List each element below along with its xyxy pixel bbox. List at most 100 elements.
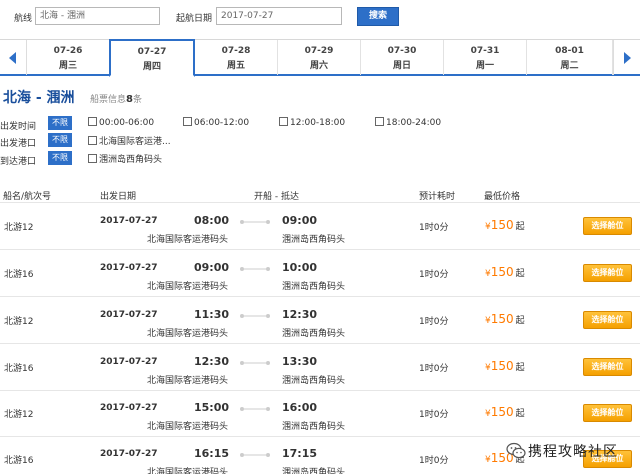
price: ¥150 起 bbox=[485, 359, 525, 373]
tab-date: 07-27 bbox=[137, 47, 167, 57]
date-tab-0726[interactable]: 07-26 周三 bbox=[27, 40, 110, 75]
route-line-icon bbox=[240, 361, 270, 365]
arrive-port: 涠洲岛西角码头 bbox=[282, 422, 346, 432]
tab-weekday: 周三 bbox=[58, 61, 77, 71]
tab-date: 07-26 bbox=[53, 46, 83, 56]
arrive-port: 涠洲岛西角码头 bbox=[282, 468, 346, 474]
checkbox[interactable] bbox=[88, 136, 97, 145]
option-label: 涠洲岛西角码头 bbox=[99, 155, 163, 165]
price-suffix: 起 bbox=[515, 316, 525, 326]
route-label: 航线 bbox=[14, 14, 33, 24]
depart-port: 北海国际客运港码头 bbox=[147, 422, 229, 432]
filter-label: 到达港口 bbox=[0, 157, 37, 167]
depart-time: 08:00 bbox=[194, 214, 230, 227]
checkbox[interactable] bbox=[375, 117, 384, 126]
tab-weekday: 周四 bbox=[142, 62, 161, 72]
next-dates-button[interactable] bbox=[613, 40, 640, 75]
arrive-time: 17:15 bbox=[282, 447, 318, 460]
arrive-time: 16:00 bbox=[282, 401, 318, 414]
route-line-icon bbox=[240, 314, 270, 318]
filter-option[interactable]: 涠洲岛西角码头 bbox=[88, 152, 162, 165]
arrive-port: 涠洲岛西角码头 bbox=[282, 376, 346, 386]
checkbox[interactable] bbox=[279, 117, 288, 126]
checkbox[interactable] bbox=[183, 117, 192, 126]
price-suffix: 起 bbox=[515, 222, 525, 232]
tab-weekday: 周一 bbox=[475, 61, 494, 71]
filter-option[interactable]: 12:00-18:00 bbox=[279, 117, 345, 130]
date-tab-0728[interactable]: 07-28 周五 bbox=[195, 40, 278, 75]
price: ¥150 起 bbox=[485, 312, 525, 326]
ticket-count-unit: 条 bbox=[132, 95, 142, 105]
arrive-port: 涠洲岛西角码头 bbox=[282, 329, 346, 339]
arrow-right-icon bbox=[624, 51, 631, 64]
search-button[interactable]: 搜索 bbox=[357, 7, 399, 26]
date-label: 起航日期 bbox=[176, 14, 213, 24]
table-row: 北游16 2017-07-27 09:00 10:00 北海国际客运港码头 涠洲… bbox=[0, 251, 640, 297]
filter-all-tag[interactable]: 不限 bbox=[48, 151, 72, 165]
arrive-time: 10:00 bbox=[282, 261, 318, 274]
depart-time: 15:00 bbox=[194, 401, 230, 414]
ticket-count: 8 bbox=[126, 94, 133, 105]
select-cabin-button[interactable]: 选择舱位 bbox=[583, 358, 632, 376]
price-value: 150 bbox=[490, 218, 514, 232]
arrive-port: 涠洲岛西角码头 bbox=[282, 235, 346, 245]
tab-weekday: 周二 bbox=[560, 61, 579, 71]
checkbox[interactable] bbox=[88, 117, 97, 126]
select-cabin-button[interactable]: 选择舱位 bbox=[583, 217, 632, 235]
filter-option[interactable]: 06:00-12:00 bbox=[183, 117, 249, 130]
option-label: 北海国际客运港... bbox=[99, 137, 171, 147]
route-input[interactable]: 北海 - 涠洲 bbox=[35, 7, 160, 25]
depart-port: 北海国际客运港码头 bbox=[147, 376, 229, 386]
option-label: 12:00-18:00 bbox=[290, 118, 346, 128]
date-input[interactable]: 2017-07-27 bbox=[216, 7, 342, 25]
table-header: 船名/航次号 出发日期 开船 - 抵达 预计耗时 最低价格 bbox=[0, 185, 640, 203]
filter-depart-time: 出发时间 不限 00:00-06:00 06:00-12:00 12:00-18… bbox=[0, 116, 640, 132]
sail-date: 2017-07-27 bbox=[100, 310, 158, 320]
filter-option[interactable]: 18:00-24:00 bbox=[375, 117, 441, 130]
ship-name: 北游16 bbox=[4, 364, 34, 374]
select-cabin-button[interactable]: 选择舱位 bbox=[583, 264, 632, 282]
tab-date: 08-01 bbox=[555, 46, 584, 56]
filter-label: 出发港口 bbox=[0, 139, 37, 149]
arrive-time: 09:00 bbox=[282, 214, 318, 227]
date-tab-0731[interactable]: 07-31 周一 bbox=[444, 40, 527, 75]
date-tab-0729[interactable]: 07-29 周六 bbox=[278, 40, 361, 75]
route-line-icon bbox=[240, 220, 270, 224]
depart-time: 09:00 bbox=[194, 261, 230, 274]
date-tab-0727[interactable]: 07-27 周四 bbox=[109, 39, 195, 77]
ship-name: 北游12 bbox=[4, 223, 34, 233]
arrow-left-icon bbox=[9, 51, 16, 64]
filter-all-tag[interactable]: 不限 bbox=[48, 133, 72, 147]
filter-label: 出发时间 bbox=[0, 122, 37, 132]
header-price: 最低价格 bbox=[484, 192, 521, 202]
arrive-time: 12:30 bbox=[282, 308, 318, 321]
ship-name: 北游16 bbox=[4, 270, 34, 280]
date-tab-0801[interactable]: 08-01 周二 bbox=[527, 40, 613, 75]
arrive-port: 涠洲岛西角码头 bbox=[282, 282, 346, 292]
arrive-time: 13:30 bbox=[282, 355, 318, 368]
depart-time: 11:30 bbox=[194, 308, 230, 321]
ship-name: 北游12 bbox=[4, 410, 34, 420]
sail-date: 2017-07-27 bbox=[100, 263, 158, 273]
sail-date: 2017-07-27 bbox=[100, 357, 158, 367]
select-cabin-button[interactable]: 选择舱位 bbox=[583, 404, 632, 422]
date-tab-0730[interactable]: 07-30 周日 bbox=[361, 40, 444, 75]
price: ¥150 起 bbox=[485, 265, 525, 279]
depart-port: 北海国际客运港码头 bbox=[147, 468, 229, 474]
wechat-icon bbox=[506, 442, 526, 459]
sail-date: 2017-07-27 bbox=[100, 403, 158, 413]
price-value: 150 bbox=[490, 312, 514, 326]
price-suffix: 起 bbox=[515, 269, 525, 279]
option-label: 00:00-06:00 bbox=[99, 118, 155, 128]
filter-option[interactable]: 北海国际客运港... bbox=[88, 134, 171, 147]
filter-arrive-port: 到达港口 不限 涠洲岛西角码头 bbox=[0, 151, 640, 167]
filter-all-tag[interactable]: 不限 bbox=[48, 116, 72, 130]
date-tabs: 07-26 周三 07-27 周四 07-28 周五 07-29 周六 07-30 周日 … bbox=[0, 39, 640, 77]
tab-weekday: 周五 bbox=[226, 61, 245, 71]
prev-dates-button[interactable] bbox=[0, 40, 27, 75]
tab-date: 07-29 bbox=[304, 46, 334, 56]
filter-option[interactable]: 00:00-06:00 bbox=[88, 117, 154, 130]
tab-weekday: 周日 bbox=[392, 61, 411, 71]
select-cabin-button[interactable]: 选择舱位 bbox=[583, 311, 632, 329]
checkbox[interactable] bbox=[88, 154, 97, 163]
